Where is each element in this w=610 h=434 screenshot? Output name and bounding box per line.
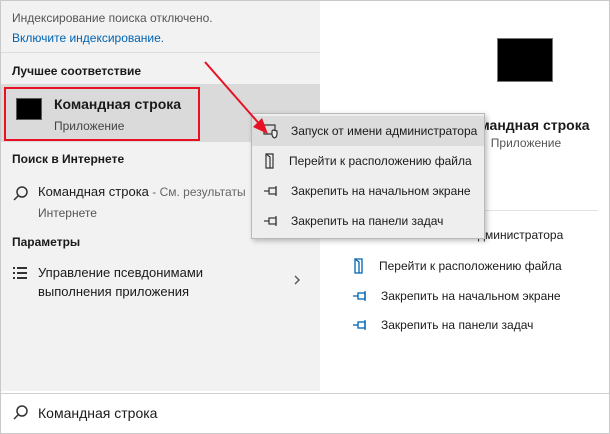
menu-item-label: Закрепить на начальном экране — [291, 184, 471, 198]
web-search-heading: Поиск в Интернете — [12, 152, 125, 166]
file-location-icon — [354, 258, 363, 274]
pin-icon — [353, 291, 366, 301]
menu-item-open-location[interactable]: Перейти к расположению файла — [252, 146, 484, 176]
shield-icon — [263, 124, 278, 139]
preview-pin-start[interactable]: Закрепить на начальном экране — [352, 287, 561, 305]
menu-item-pin-start[interactable]: Закрепить на начальном экране — [252, 176, 484, 206]
menu-item-label: Перейти к расположению файла — [289, 154, 472, 168]
web-search-subtitle: Интернете — [38, 206, 97, 220]
preview-action-label: Закрепить на панели задач — [381, 318, 534, 332]
web-search-title: Командная строка — [38, 184, 149, 199]
settings-item-line2[interactable]: выполнения приложения — [38, 284, 189, 299]
enable-indexing-link[interactable]: Включите индексирование. — [12, 31, 164, 45]
settings-heading: Параметры — [12, 235, 81, 249]
preview-action-label: Перейти к расположению файла — [379, 259, 562, 273]
menu-item-pin-taskbar[interactable]: Закрепить на панели задач — [252, 206, 484, 236]
indexing-notice: Индексирование поиска отключено. — [12, 11, 213, 25]
pin-icon — [264, 186, 277, 196]
cmd-app-icon — [16, 98, 42, 120]
best-match-heading: Лучшее соответствие — [12, 64, 142, 78]
preview-open-location[interactable]: Перейти к расположению файла — [352, 257, 562, 275]
best-match-title: Командная строка — [54, 96, 182, 112]
web-search-hint: - См. результаты — [148, 185, 246, 199]
search-icon — [13, 405, 28, 420]
menu-item-label: Закрепить на панели задач — [291, 214, 444, 228]
preview-action-label: Закрепить на начальном экране — [381, 289, 561, 303]
file-location-icon — [265, 153, 274, 169]
pin-icon — [264, 216, 277, 226]
context-menu: Запуск от имени администратора Перейти к… — [251, 113, 485, 239]
web-search-item[interactable]: Командная строка - См. результаты — [38, 184, 246, 199]
preview-pin-taskbar[interactable]: Закрепить на панели задач — [352, 316, 533, 334]
search-input[interactable] — [38, 399, 578, 427]
search-icon — [13, 186, 28, 201]
menu-item-run-as-admin[interactable]: Запуск от имени администратора — [252, 116, 484, 146]
best-match-subtitle: Приложение — [54, 119, 125, 133]
divider — [1, 52, 320, 53]
cmd-preview-icon — [497, 38, 553, 82]
menu-item-label: Запуск от имени администратора — [291, 124, 478, 138]
chevron-right-icon[interactable] — [291, 274, 303, 286]
pin-icon — [353, 320, 366, 330]
preview-run-as-admin-fragment[interactable]: дминистратора — [478, 228, 563, 242]
settings-item-line1[interactable]: Управление псевдонимами — [38, 265, 203, 280]
list-settings-icon — [13, 267, 27, 279]
